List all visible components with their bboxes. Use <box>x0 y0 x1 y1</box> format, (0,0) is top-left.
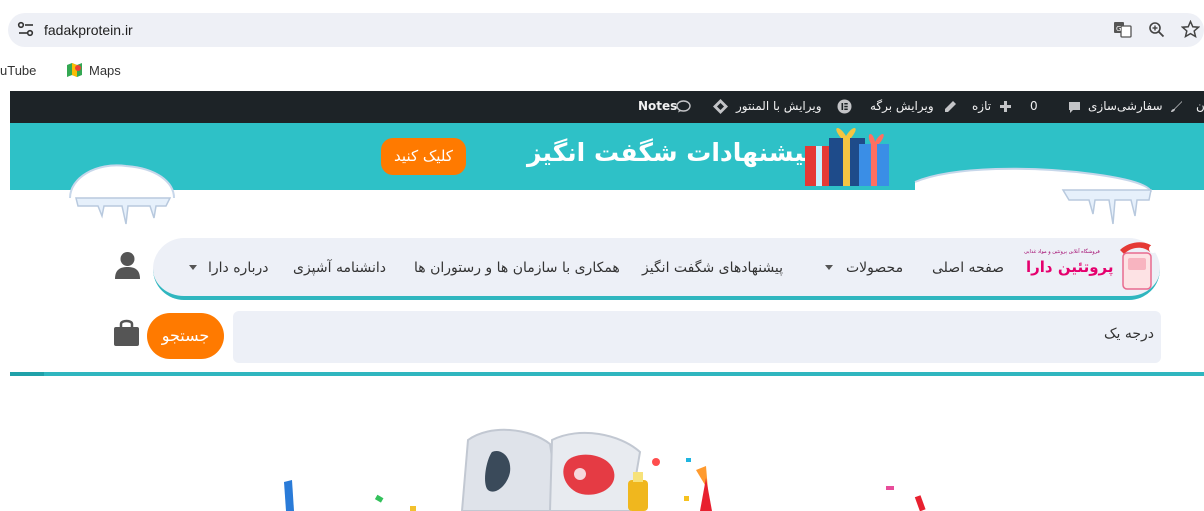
wp-admin-bar <box>10 91 1204 123</box>
bookmark-star-icon[interactable] <box>1181 20 1200 38</box>
nav-item-special-offers[interactable]: پیشنهادهای شگفت انگیز <box>642 260 783 276</box>
nav-item-products[interactable]: محصولات <box>846 260 903 276</box>
search-input-value[interactable]: درجه یک <box>1104 326 1154 342</box>
nav-item-home[interactable]: صفحه اصلی <box>932 260 1004 276</box>
maps-icon <box>67 63 82 77</box>
url-text[interactable]: fadakprotein.ir <box>44 22 133 38</box>
address-bar[interactable] <box>8 13 1204 47</box>
bookmark-maps[interactable]: Maps <box>89 63 121 78</box>
search-input[interactable] <box>233 311 1161 363</box>
header-divider <box>10 372 1204 376</box>
chat-icon <box>676 100 691 113</box>
header-divider-accent <box>10 372 44 376</box>
snow-decoration-right <box>914 167 1152 225</box>
svg-text:G: G <box>1116 25 1121 33</box>
logo-tagline: فروشگاه آنلاین پروتئین و مواد غذایی <box>1024 249 1100 255</box>
search-button[interactable]: جستجو <box>147 313 224 359</box>
adminbar-new[interactable]: تازه <box>972 99 991 113</box>
gift-box-icon <box>805 127 889 186</box>
elementor-icon <box>837 99 852 114</box>
hero-illustration <box>284 428 926 511</box>
diamond-icon[interactable] <box>712 98 729 115</box>
chevron-down-icon[interactable] <box>189 265 197 270</box>
logo-text: پروتئین دارا <box>1026 258 1114 276</box>
nav-item-cooking-encyclopedia[interactable]: دانشنامه آشپزی <box>293 260 386 276</box>
adminbar-customize[interactable]: سفارشی‌سازی <box>1088 99 1163 113</box>
translate-icon[interactable]: G <box>1113 21 1132 38</box>
bookmarks-bar <box>0 58 1204 91</box>
user-icon[interactable] <box>114 251 141 279</box>
adminbar-notes[interactable]: Notes <box>638 99 677 113</box>
chevron-down-icon[interactable] <box>825 265 833 270</box>
pencil-icon <box>945 101 956 112</box>
comment-icon[interactable] <box>1068 101 1081 114</box>
adminbar-edit-page[interactable]: ویرایش برگه <box>870 99 934 113</box>
nav-item-about[interactable]: درباره دارا <box>208 260 268 276</box>
banner-cta-button[interactable]: کلیک کنید <box>381 138 466 175</box>
shopping-bag-icon[interactable] <box>113 318 140 346</box>
adminbar-edit-elementor[interactable]: ویرایش با المنتور <box>736 99 822 113</box>
brush-icon <box>1171 101 1182 112</box>
plus-icon[interactable] <box>999 100 1012 113</box>
snow-decoration-left <box>69 164 175 225</box>
bookmark-youtube[interactable]: uTube <box>0 63 36 78</box>
adminbar-comments-count[interactable]: 0 <box>1030 99 1038 113</box>
banner-title: پیشنهادات شگفت انگیز <box>527 138 814 167</box>
site-settings-icon[interactable] <box>17 21 35 37</box>
zoom-icon[interactable] <box>1148 21 1165 38</box>
nav-item-partnership[interactable]: همکاری با سازمان ها و رستوران ها <box>414 260 620 276</box>
